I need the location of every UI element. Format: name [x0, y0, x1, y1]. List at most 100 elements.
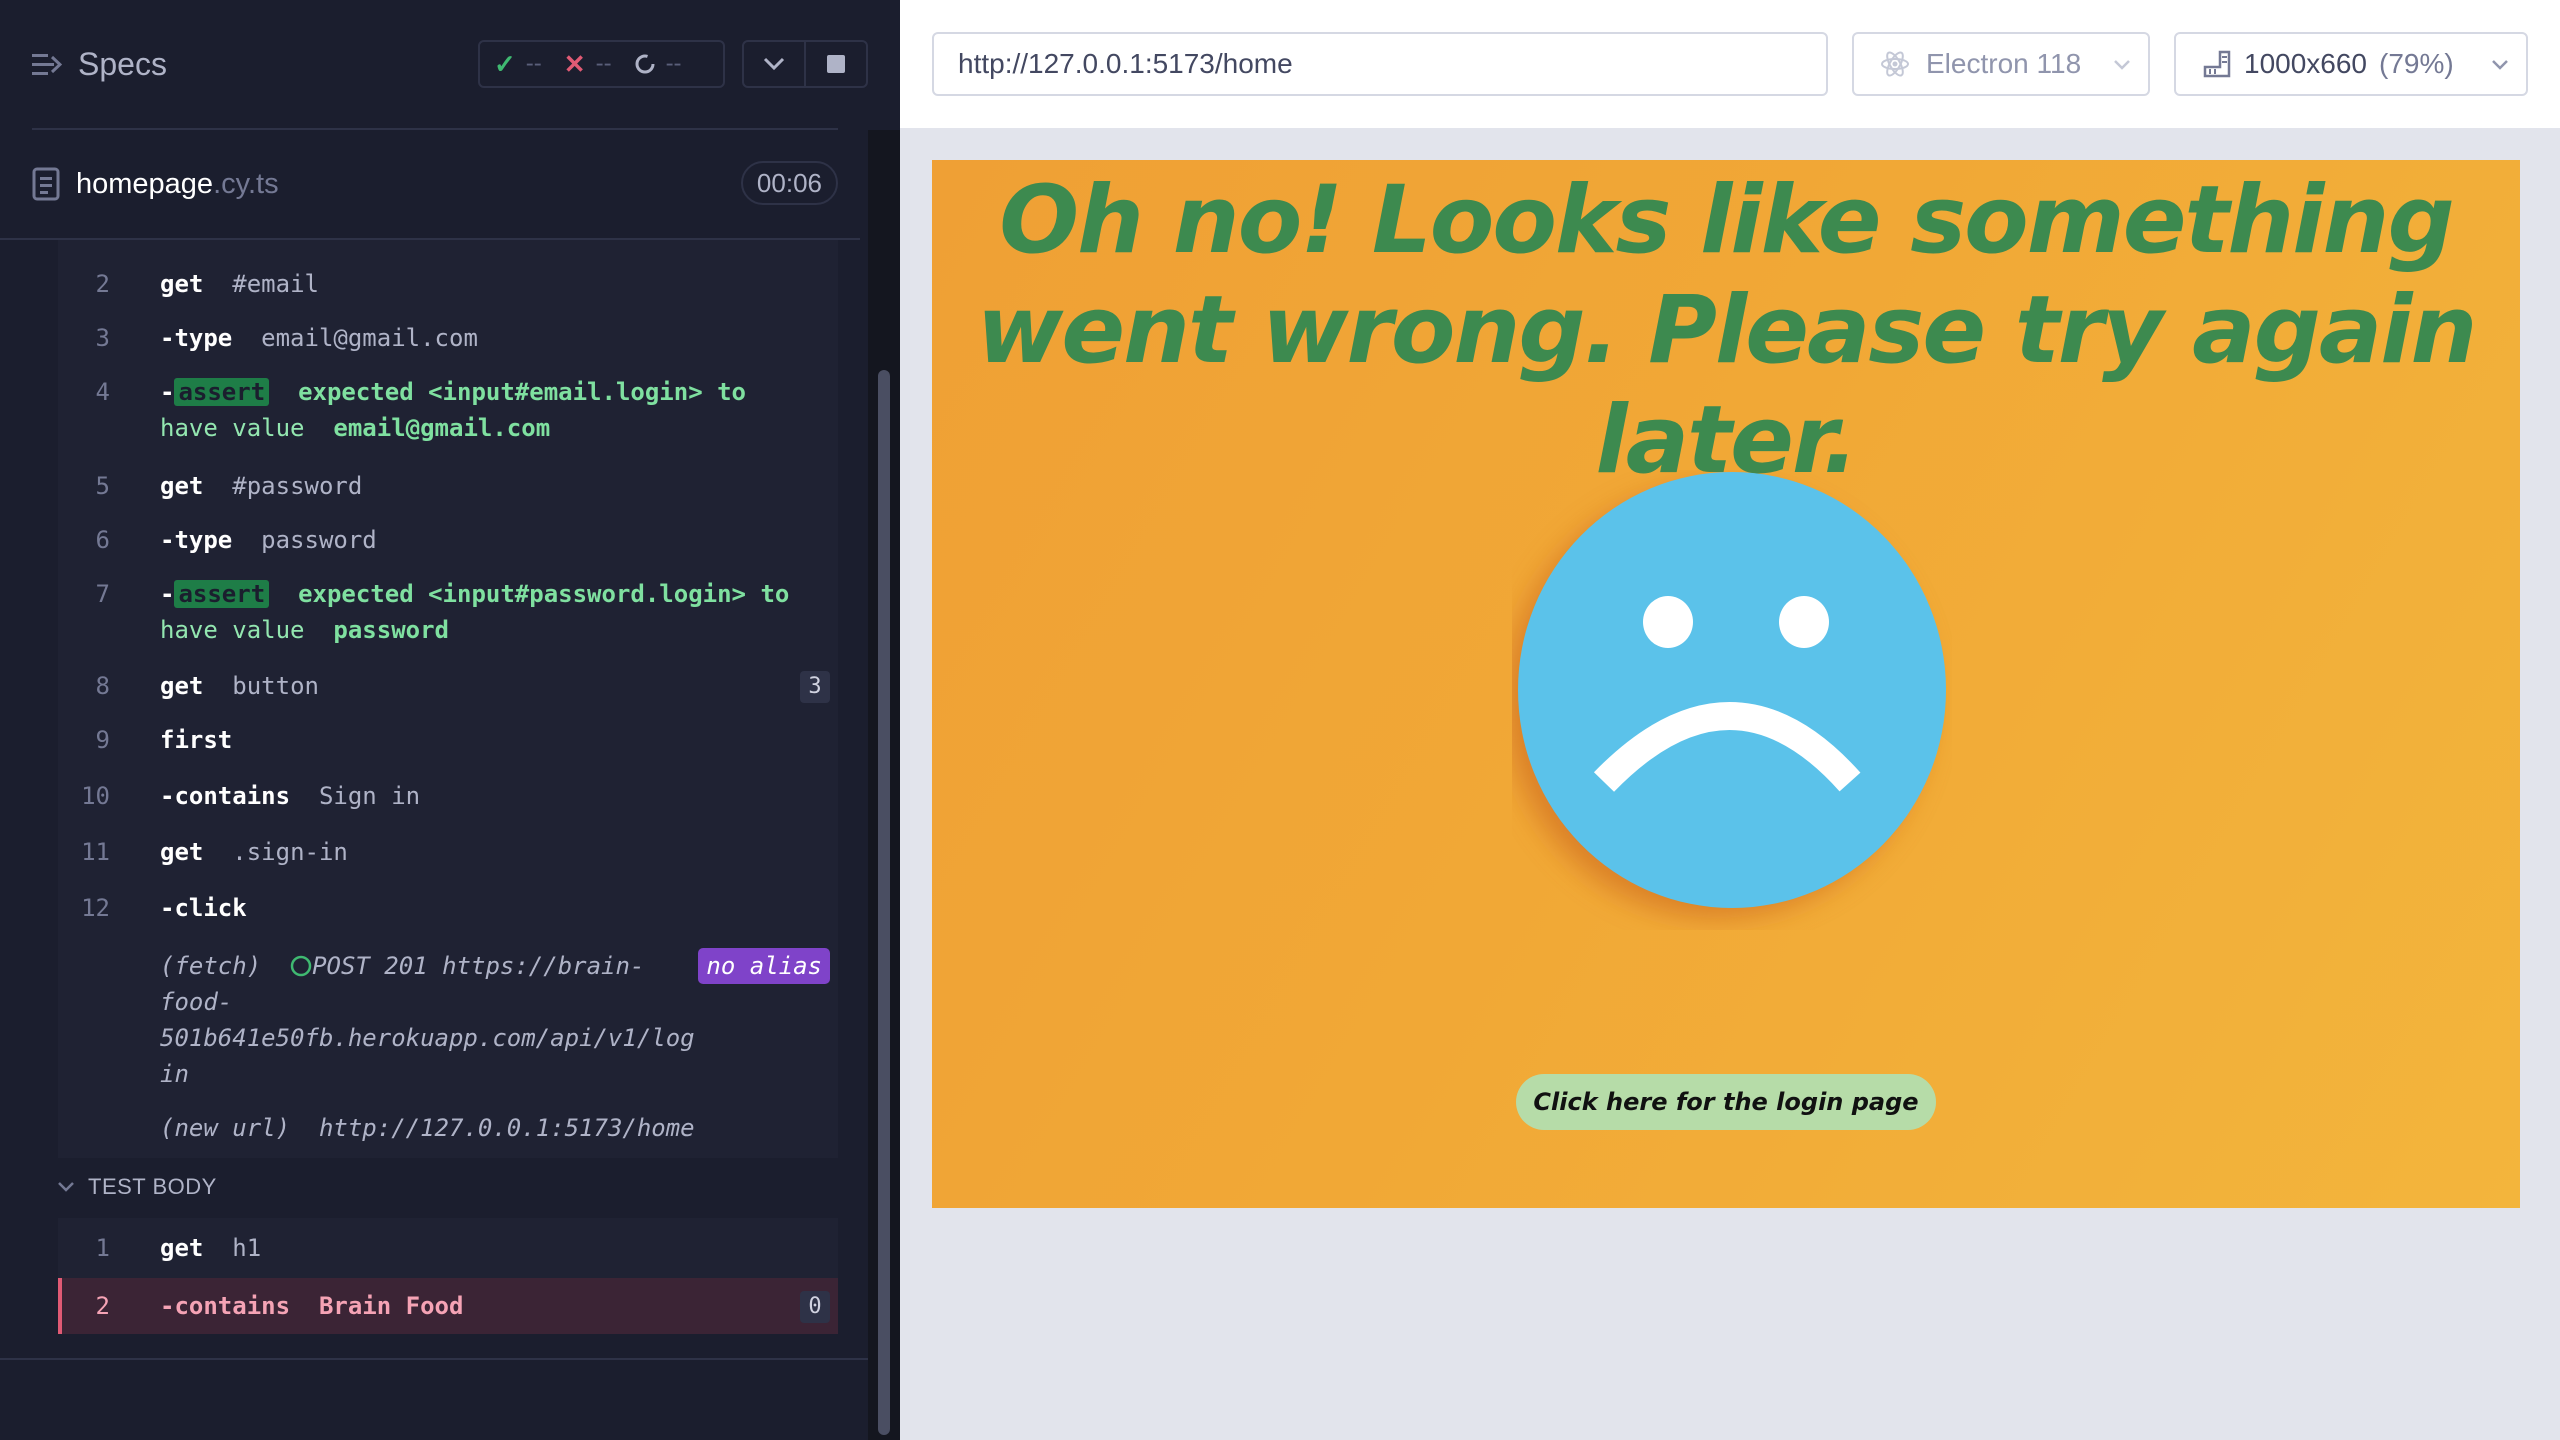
- command-message: #email: [232, 270, 319, 298]
- test-body-label: TEST BODY: [88, 1174, 217, 1199]
- aut-panel: http://127.0.0.1:5173/home Electron 118 …: [900, 0, 2560, 1440]
- assert-pill: assert: [174, 378, 270, 406]
- chevron-down-icon: [763, 57, 785, 71]
- command-number: 2: [95, 270, 110, 298]
- scrollbar-thumb[interactable]: [878, 370, 890, 1435]
- pending-icon: [635, 54, 655, 74]
- reporter-header: Specs ✓ -- ✕ -- --: [0, 0, 900, 130]
- assert-value: email@gmail.com: [333, 414, 551, 442]
- command-message: h1: [232, 1234, 262, 1262]
- command-number: 7: [95, 580, 110, 608]
- spec-header: homepage .cy.ts 00:06: [32, 158, 838, 210]
- chevron-down-icon: [2114, 60, 2130, 70]
- test-body-commands: 1 get h1 2 -contains Brain Food 0: [58, 1218, 838, 1334]
- test-body-toggle[interactable]: TEST BODY: [58, 1174, 217, 1200]
- command-number: 4: [95, 378, 110, 406]
- pending-count: --: [665, 50, 682, 77]
- failed-command-row[interactable]: 2 -contains Brain Food 0: [58, 1278, 838, 1334]
- assert-message: have value: [160, 414, 305, 442]
- divider: [32, 128, 838, 130]
- aut-header: http://127.0.0.1:5173/home Electron 118 …: [900, 0, 2560, 128]
- reporter-panel: Specs ✓ -- ✕ -- -- homepage .cy.ts 00:06…: [0, 0, 900, 1440]
- viewport-size: 1000x660: [2244, 48, 2368, 79]
- command-name: -contains: [160, 1292, 291, 1320]
- failed-count: --: [595, 50, 612, 77]
- pending-stat: --: [634, 50, 682, 78]
- command-name: get: [160, 1234, 204, 1262]
- failed-stat: ✕ --: [564, 49, 612, 80]
- browser-selector[interactable]: Electron 118: [1852, 32, 2150, 96]
- command-name: -contains: [160, 782, 291, 810]
- command-number: 2: [95, 1292, 110, 1320]
- stop-button[interactable]: [804, 42, 866, 86]
- fetch-label: (fetch): [160, 952, 262, 980]
- request-status-icon: [290, 955, 312, 977]
- viewport-scale: (79%): [2379, 48, 2454, 79]
- command-name: get: [160, 838, 204, 866]
- element-count-badge: 0: [800, 1291, 830, 1323]
- command-name: -click: [160, 894, 247, 922]
- command-number: 10: [81, 782, 110, 810]
- command-number: 1: [95, 1234, 110, 1262]
- fetch-request: food-: [160, 988, 233, 1016]
- viewport-selector[interactable]: 1000x660 (79%): [2174, 32, 2528, 96]
- fetch-request: 501b641e50fb.herokuapp.com/api/v1/log: [160, 1024, 695, 1052]
- command-name: get: [160, 672, 204, 700]
- sad-face-icon: [1512, 472, 1946, 918]
- command-name: get: [160, 270, 204, 298]
- specs-list-icon: [32, 53, 62, 75]
- command-name: get: [160, 472, 204, 500]
- command-message: #password: [232, 472, 363, 500]
- stop-icon: [827, 55, 845, 73]
- command-message: Sign in: [318, 782, 421, 810]
- command-message: email@gmail.com: [261, 324, 478, 352]
- assert-message: expected <input#email.login> to: [298, 378, 746, 406]
- command-name: -type: [160, 324, 233, 352]
- fetch-request: POST 201 https://brain-: [312, 952, 645, 980]
- command-number: 8: [95, 672, 110, 700]
- app-iframe: Oh no! Looks like something went wrong. …: [932, 160, 2520, 1208]
- command-number: 12: [81, 894, 110, 922]
- hook-commands: 2 get #email 3 -type email@gmail.com 4 -…: [58, 240, 838, 1158]
- command-number: 5: [95, 472, 110, 500]
- url-bar[interactable]: http://127.0.0.1:5173/home: [932, 32, 1828, 96]
- specs-link[interactable]: Specs: [32, 46, 167, 83]
- fetch-request: in: [160, 1060, 189, 1088]
- assert-message: have value: [160, 616, 305, 644]
- command-message: password: [261, 526, 377, 554]
- command-name: -type: [160, 526, 233, 554]
- command-number: 11: [81, 838, 110, 866]
- expand-toggle-button[interactable]: [744, 42, 804, 86]
- login-page-button[interactable]: Click here for the login page: [1516, 1074, 1936, 1130]
- spec-extension: .cy.ts: [213, 167, 279, 200]
- divider: [0, 1358, 870, 1360]
- assert-message: expected <input#password.login> to: [298, 580, 790, 608]
- chevron-down-icon: [2492, 60, 2508, 70]
- reporter-controls: [742, 40, 868, 88]
- alias-badge: no alias: [698, 948, 830, 984]
- command-name: first: [160, 726, 233, 754]
- reporter-scrollbar[interactable]: [868, 130, 900, 1440]
- assert-value: password: [333, 616, 449, 644]
- passed-stat: ✓ --: [494, 49, 542, 80]
- specs-label: Specs: [78, 46, 167, 82]
- command-message: .sign-in: [232, 838, 348, 866]
- check-icon: ✓: [494, 48, 516, 79]
- element-count-badge: 3: [800, 671, 830, 703]
- chevron-down-icon: [58, 1182, 74, 1192]
- document-icon: [32, 167, 60, 201]
- error-heading: Oh no! Looks like something went wrong. …: [976, 166, 2478, 495]
- passed-count: --: [525, 50, 542, 77]
- command-number: 9: [95, 726, 110, 754]
- command-message: button: [232, 672, 319, 700]
- electron-icon: [1881, 51, 1909, 77]
- new-url-value: http://127.0.0.1:5173/home: [318, 1114, 695, 1142]
- x-icon: ✕: [563, 48, 586, 79]
- command-message: Brain Food: [318, 1292, 464, 1320]
- command-number: 6: [95, 526, 110, 554]
- command-number: 3: [95, 324, 110, 352]
- spec-name: homepage: [76, 167, 214, 200]
- duration-badge: 00:06: [740, 161, 838, 205]
- assert-pill: assert: [174, 580, 270, 608]
- command-log: 2 get #email 3 -type email@gmail.com 4 -…: [58, 240, 838, 1160]
